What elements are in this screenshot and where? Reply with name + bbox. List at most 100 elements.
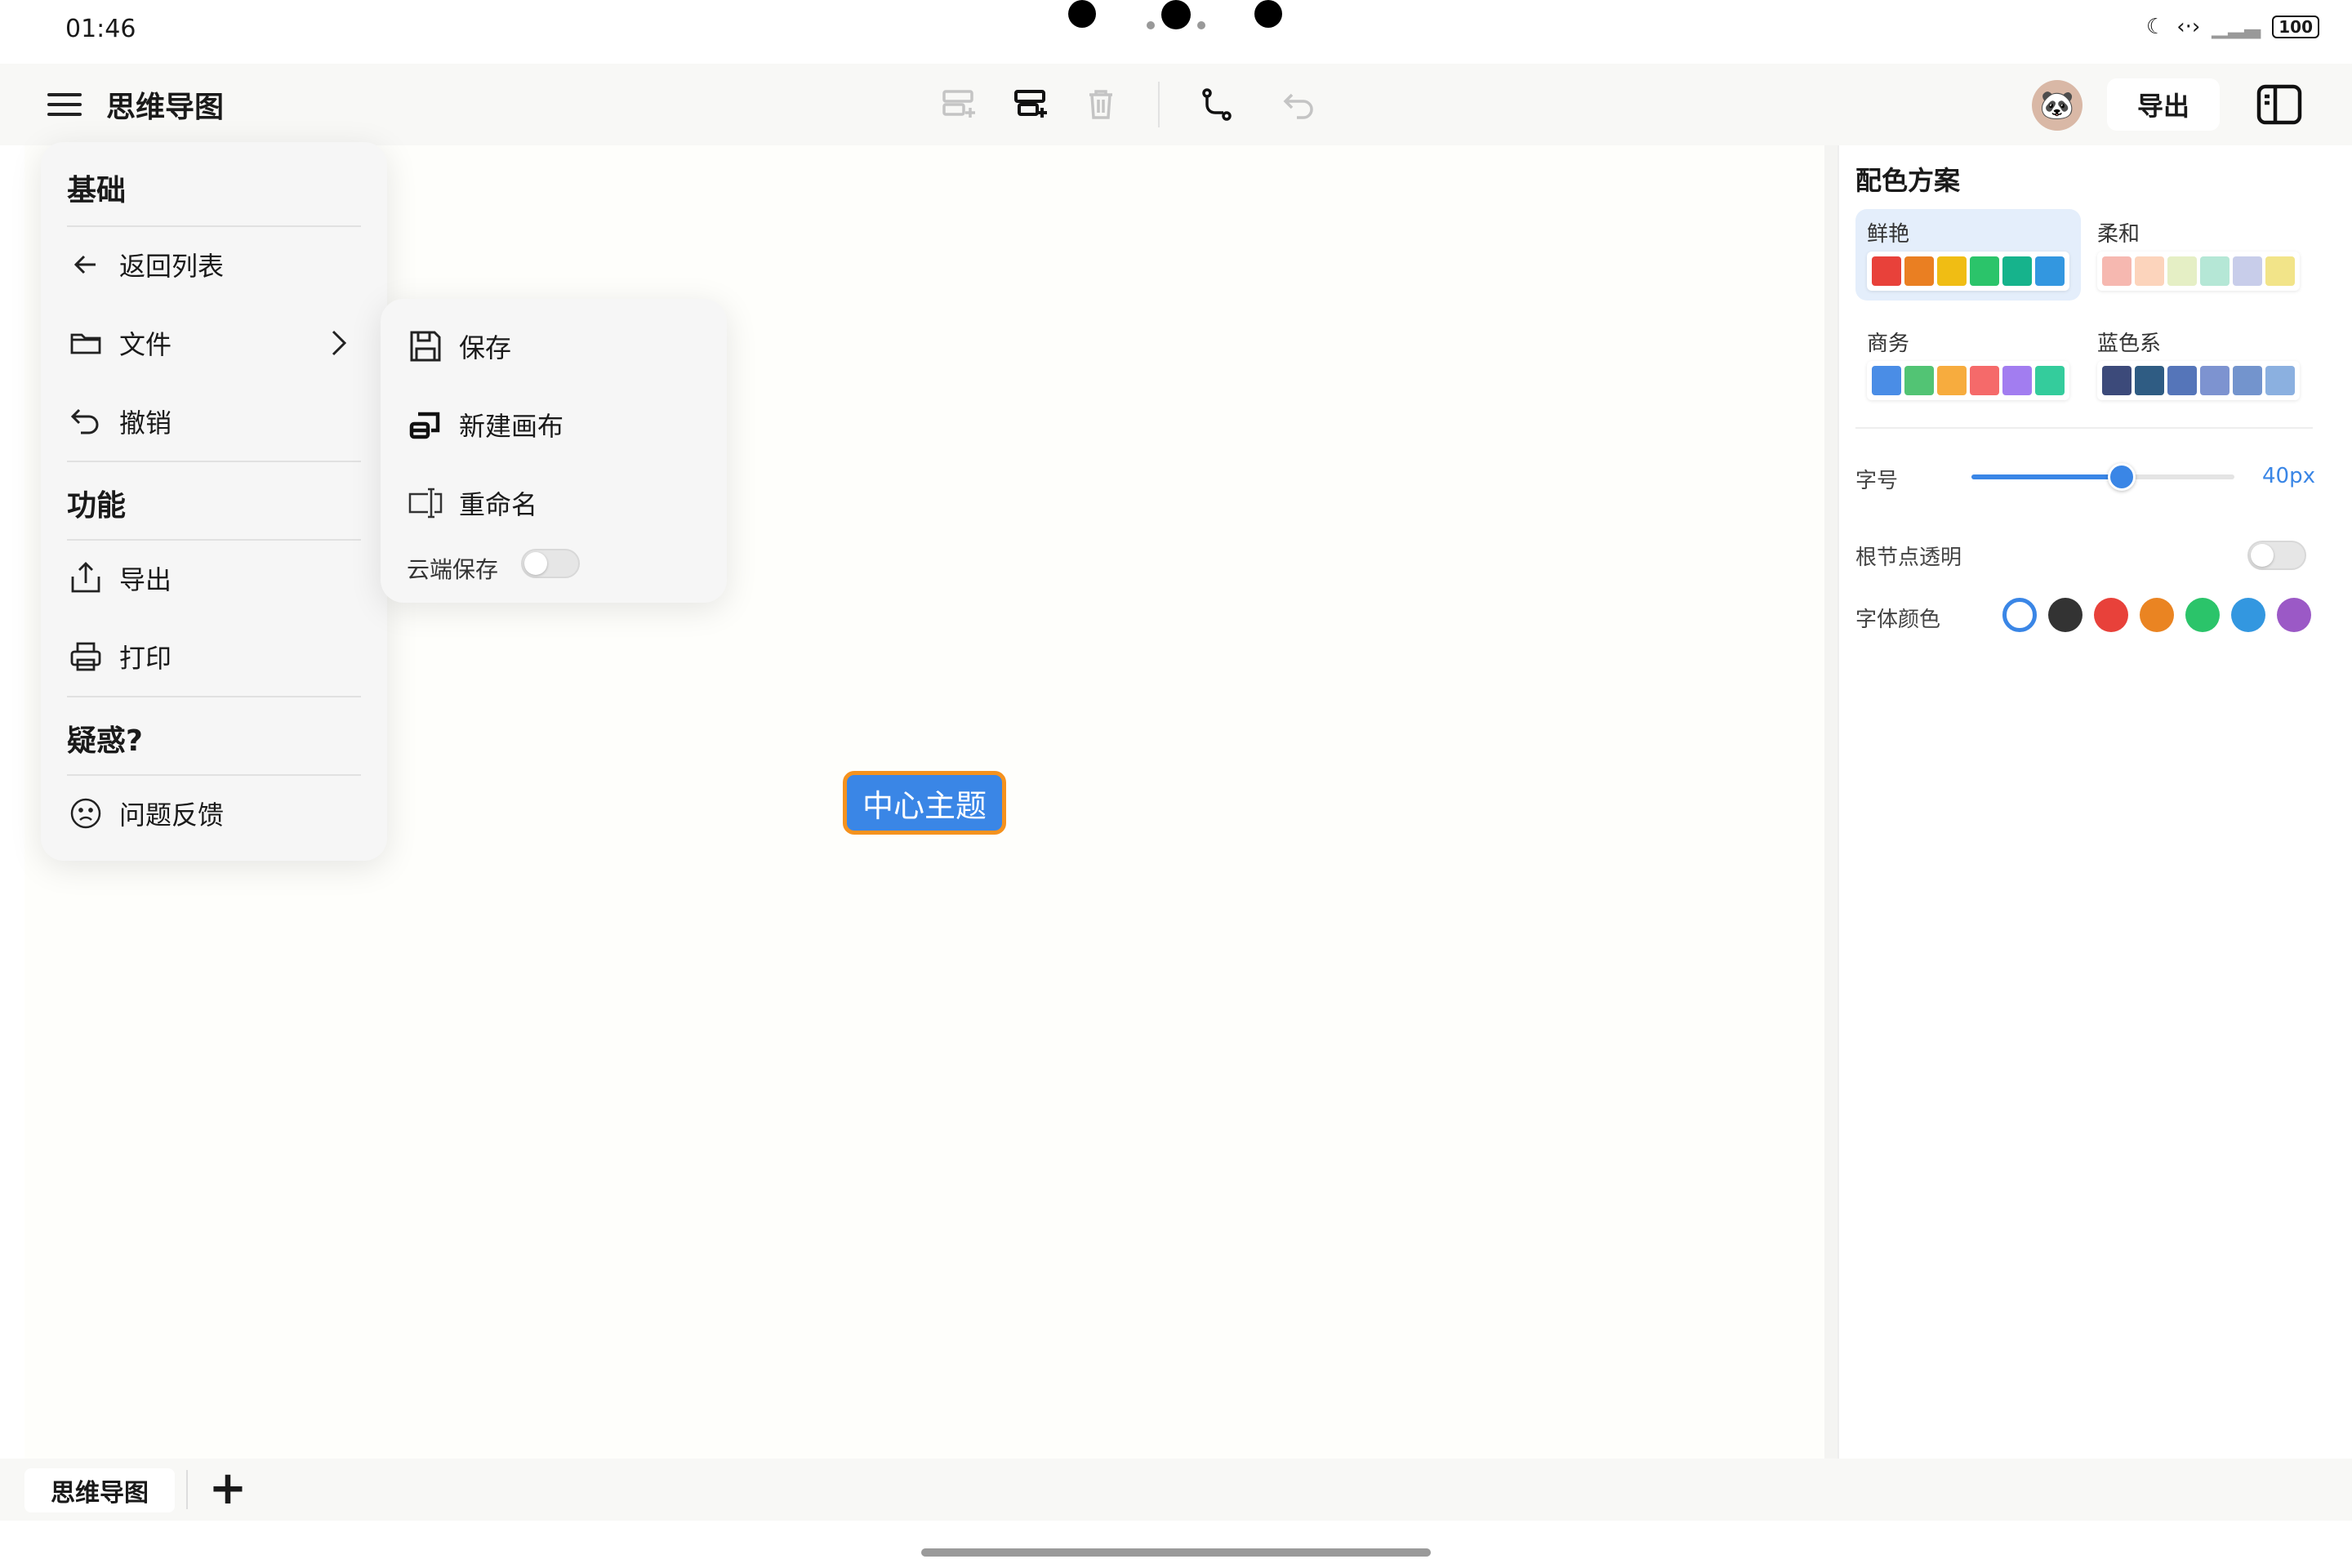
camera-indicator-dot	[1197, 21, 1205, 29]
new-canvas-icon	[405, 404, 446, 445]
undo-icon[interactable]	[1277, 82, 1323, 127]
connector-icon[interactable]	[1194, 82, 1240, 127]
menu-divider	[67, 696, 361, 697]
submenu-item-label: 保存	[459, 332, 512, 363]
font-color-option[interactable]	[2002, 598, 2037, 632]
export-button[interactable]: 导出	[2107, 78, 2220, 131]
menu-divider	[67, 461, 361, 462]
font-size-slider[interactable]	[1971, 463, 2234, 491]
share-export-icon	[65, 558, 106, 599]
color-scheme-swatches	[1867, 252, 2069, 291]
font-color-option[interactable]	[2185, 598, 2220, 632]
menu-section-function: 功能	[67, 489, 127, 523]
submenu-item-label: 重命名	[459, 489, 538, 520]
menu-item-undo[interactable]: 撤销	[65, 392, 368, 451]
menu-item-label: 撤销	[119, 408, 172, 439]
camera-dot	[1161, 0, 1191, 29]
color-swatch	[1904, 366, 1934, 395]
color-scheme-option[interactable]: 商务	[1855, 318, 2081, 410]
menu-divider	[67, 539, 361, 541]
color-swatch	[2035, 256, 2065, 286]
app-toolbar: 思维导图 🐼 导出	[0, 64, 2352, 145]
font-color-option[interactable]	[2277, 598, 2311, 632]
font-size-label: 字号	[1855, 469, 1899, 493]
menu-item-label: 导出	[119, 564, 172, 595]
status-time: 01:46	[65, 15, 136, 43]
panda-avatar-icon[interactable]: 🐼	[2032, 80, 2082, 131]
add-child-node-icon[interactable]	[936, 82, 982, 127]
submenu-item-rename[interactable]: 重命名	[405, 474, 707, 532]
chevron-right-icon	[332, 330, 347, 356]
color-swatch	[2135, 366, 2164, 395]
status-icons: ☾ ‹·› ▁▂▃ 100	[2146, 15, 2319, 39]
color-swatch	[1937, 256, 1967, 286]
menu-item-feedback[interactable]: 问题反馈	[65, 784, 368, 843]
tab-bar: 思维导图 +	[0, 1459, 2352, 1521]
rename-icon	[405, 483, 446, 523]
camera-dot	[1068, 0, 1096, 28]
tab-mindmap[interactable]: 思维导图	[24, 1468, 175, 1512]
font-color-option[interactable]	[2140, 598, 2174, 632]
trash-icon[interactable]	[1078, 82, 1124, 127]
menu-item-print[interactable]: 打印	[65, 627, 368, 686]
cloud-save-toggle[interactable]	[521, 549, 580, 578]
menu-divider	[67, 225, 361, 227]
add-tab-button[interactable]: +	[206, 1462, 250, 1515]
menu-item-label: 返回列表	[119, 251, 225, 282]
menu-item-file[interactable]: 文件	[65, 314, 368, 372]
save-icon	[405, 326, 446, 367]
menu-item-back[interactable]: 返回列表	[65, 235, 368, 294]
color-scheme-title: 配色方案	[1855, 165, 1961, 196]
root-transparent-label: 根节点透明	[1855, 546, 1962, 570]
color-scheme-name: 柔和	[2097, 222, 2140, 247]
tab-divider	[186, 1470, 188, 1509]
color-swatch	[2167, 366, 2197, 395]
color-scheme-swatches	[1867, 361, 2069, 400]
root-transparent-toggle[interactable]	[2247, 541, 2306, 570]
color-swatch	[2102, 256, 2132, 286]
root-node[interactable]: 中心主题	[843, 771, 1006, 835]
canvas-gutter	[1824, 145, 1838, 1459]
color-swatch	[2002, 256, 2032, 286]
color-scheme-option[interactable]: 鲜艳	[1855, 209, 2081, 301]
submenu-item-new-canvas[interactable]: 新建画布	[405, 395, 707, 454]
toolbar-divider	[1158, 82, 1160, 127]
submenu-item-save[interactable]: 保存	[405, 317, 707, 376]
menu-item-label: 文件	[119, 329, 172, 360]
color-swatch	[2102, 366, 2132, 395]
sad-face-icon	[65, 793, 106, 834]
hamburger-icon[interactable]	[47, 88, 82, 121]
font-size-value: 40px	[2262, 464, 2315, 488]
slider-thumb[interactable]	[2108, 463, 2136, 491]
undo-icon	[65, 401, 106, 442]
font-color-option[interactable]	[2094, 598, 2128, 632]
menu-section-question: 疑惑?	[67, 724, 143, 758]
submenu-item-label: 新建画布	[459, 411, 564, 442]
font-color-label: 字体颜色	[1855, 608, 1941, 632]
status-bar: 01:46 ☾ ‹·› ▁▂▃ 100	[0, 0, 2352, 64]
sidebar-toggle-icon[interactable]	[2256, 82, 2303, 127]
font-color-option[interactable]	[2231, 598, 2265, 632]
color-scheme-name: 鲜艳	[1867, 222, 1910, 247]
camera-indicator-dot	[1147, 21, 1155, 29]
color-swatch	[1872, 366, 1901, 395]
panel-divider	[1855, 427, 2313, 429]
color-scheme-option[interactable]: 柔和	[2086, 209, 2311, 301]
font-color-picker	[2002, 598, 2311, 632]
add-sibling-node-icon[interactable]	[1008, 82, 1054, 127]
side-menu: 基础 返回列表 文件 撤销 功能 导出 打印 疑惑? 问题反馈	[41, 142, 387, 861]
color-swatch	[1970, 366, 1999, 395]
color-scheme-option[interactable]: 蓝色系	[2086, 318, 2311, 410]
color-swatch	[2265, 366, 2295, 395]
menu-item-export[interactable]: 导出	[65, 549, 368, 608]
color-swatch	[2200, 366, 2230, 395]
color-swatch	[2233, 366, 2262, 395]
signal-icon: ▁▂▃	[2212, 15, 2261, 39]
font-color-option[interactable]	[2048, 598, 2082, 632]
color-swatch	[2035, 366, 2065, 395]
app-title: 思维导图	[106, 91, 225, 124]
home-indicator[interactable]	[921, 1548, 1431, 1557]
color-swatch	[1904, 256, 1934, 286]
color-swatch	[2265, 256, 2295, 286]
data-transfer-icon: ‹·›	[2176, 15, 2201, 39]
